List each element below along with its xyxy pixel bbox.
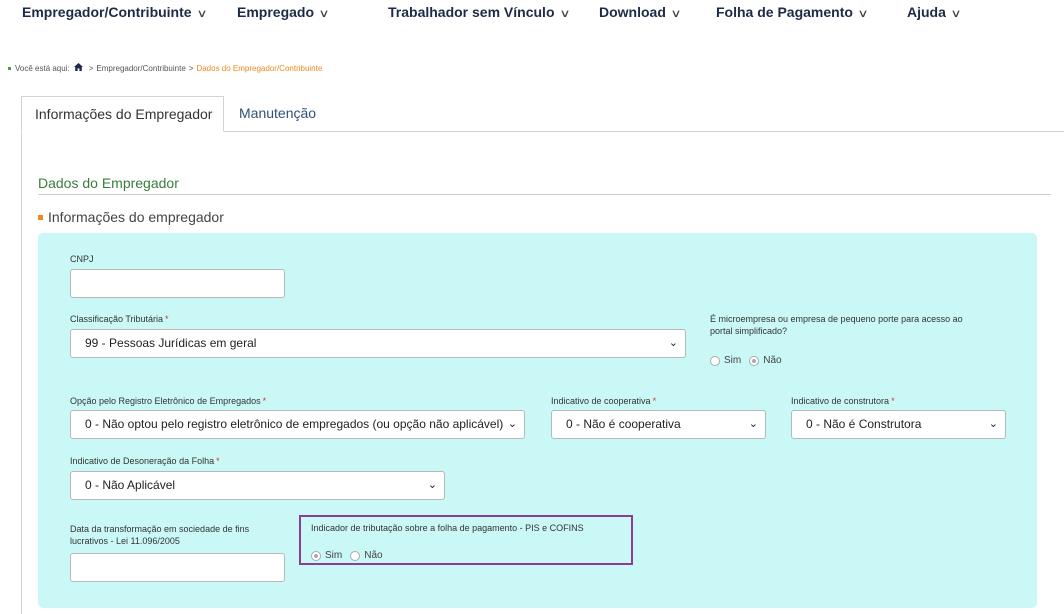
section-divider	[38, 194, 1051, 195]
chevron-down-icon: ⌄	[748, 418, 758, 430]
nav-empregado[interactable]: Empregado ∨	[237, 4, 330, 20]
orange-square-icon	[38, 214, 43, 220]
desoneracao-select[interactable]: 0 - Não Aplicável ⌄	[70, 471, 445, 500]
microempresa-label-line1: É microempresa ou empresa de pequeno por…	[710, 314, 963, 324]
data-transformacao-input[interactable]	[70, 553, 285, 582]
pis-cofins-label: Indicador de tributação sobre a folha de…	[311, 523, 584, 533]
construtora-select[interactable]: 0 - Não é Construtora ⌄	[791, 410, 1006, 439]
construtora-label: Indicativo de construtora *	[791, 396, 895, 406]
chevron-down-icon: ∨	[670, 8, 682, 20]
microempresa-radio-sim[interactable]	[710, 355, 720, 366]
data-transformacao-label-line1: Data da transformação em sociedade de fi…	[70, 524, 250, 534]
nav-empregador[interactable]: Empregador/Contribuinte ∨	[22, 4, 208, 20]
tab-informacoes-empregador[interactable]: Informações do Empregador	[21, 96, 224, 132]
desoneracao-label: Indicativo de Desoneração da Folha *	[70, 456, 220, 466]
chevron-down-icon: ⌄	[427, 479, 437, 491]
chevron-down-icon: ⌄	[988, 418, 998, 430]
nav-download[interactable]: Download ∨	[599, 4, 682, 20]
cnpj-label: CNPJ	[70, 254, 94, 264]
tab-manutencao[interactable]: Manutenção	[226, 96, 329, 132]
chevron-down-icon: ∨	[950, 8, 962, 20]
nav-ajuda[interactable]: Ajuda ∨	[907, 4, 962, 20]
chevron-down-icon: ⌄	[504, 411, 517, 438]
microempresa-radio-nao[interactable]	[749, 355, 760, 366]
top-nav: Empregador/Contribuinte ∨ Empregado ∨ Trab…	[0, 0, 1064, 26]
nav-folha-de-pagamento[interactable]: Folha de Pagamento ∨	[716, 4, 869, 20]
bullet-icon	[8, 66, 11, 70]
pis-cofins-radio-group: Sim Não	[311, 550, 383, 561]
chevron-down-icon: ⌄	[668, 337, 678, 349]
cooperativa-select[interactable]: 0 - Não é cooperativa ⌄	[551, 410, 766, 439]
registro-eletronico-select[interactable]: 0 - Não optou pelo registro eletrônico d…	[70, 410, 525, 439]
chevron-down-icon: ∨	[318, 8, 330, 20]
section-title: Dados do Empregador	[38, 175, 179, 191]
registro-eletronico-label: Opção pelo Registro Eletrônico de Empreg…	[70, 396, 267, 406]
cnpj-input[interactable]	[70, 269, 285, 298]
pis-cofins-radio-nao[interactable]	[350, 550, 361, 561]
breadcrumb: Você está aqui: > Empregador/Contribuint…	[8, 63, 322, 73]
microempresa-radio-group: Sim Não	[710, 355, 782, 366]
chevron-down-icon: ∨	[195, 8, 208, 20]
subsection-title: Informações do empregador	[38, 209, 224, 225]
chevron-down-icon: ∨	[857, 8, 869, 20]
home-icon[interactable]	[73, 63, 83, 73]
microempresa-label-line2: portal simplificado?	[710, 326, 788, 336]
breadcrumb-current: Dados do Empregador/Contribuinte	[196, 63, 323, 73]
classificacao-select[interactable]: 99 - Pessoas Jurídicas em geral ⌄	[70, 329, 686, 358]
cooperativa-label: Indicativo de cooperativa *	[551, 396, 657, 406]
chevron-down-icon: ∨	[558, 8, 571, 20]
pis-cofins-radio-sim[interactable]	[311, 550, 321, 561]
data-transformacao-label-line2: lucrativos - Lei 11.096/2005	[70, 536, 180, 546]
nav-trabalhador-sem-vinculo[interactable]: Trabalhador sem Vínculo ∨	[388, 4, 571, 20]
classificacao-label: Classificação Tributária *	[70, 314, 169, 324]
breadcrumb-parent[interactable]: Empregador/Contribuinte	[96, 64, 185, 73]
